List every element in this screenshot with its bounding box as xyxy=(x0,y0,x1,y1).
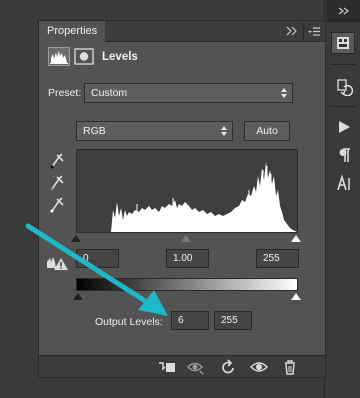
clip-to-layer-icon[interactable] xyxy=(157,358,177,376)
eye-icon[interactable] xyxy=(249,358,269,376)
actions-play-icon[interactable] xyxy=(332,116,356,138)
double-chevron-icon[interactable] xyxy=(326,0,360,22)
output-gradient-bar xyxy=(76,278,298,291)
panel-tab-bar: Properties xyxy=(39,21,325,42)
dock-header xyxy=(326,0,360,22)
output-black-field[interactable]: 6 xyxy=(171,311,209,330)
double-chevron-icon[interactable] xyxy=(285,26,299,36)
levels-histogram-icon[interactable] xyxy=(48,47,70,66)
panel-menu-icon[interactable] xyxy=(307,26,321,37)
channel-value: RGB xyxy=(83,125,106,137)
input-black-handle[interactable] xyxy=(70,233,82,242)
history-icon[interactable] xyxy=(332,76,356,98)
auto-button[interactable]: Auto xyxy=(244,121,290,141)
clipping-warning-icon[interactable] xyxy=(46,254,70,272)
input-white-handle[interactable] xyxy=(290,233,302,242)
preset-select[interactable]: Custom xyxy=(84,83,293,103)
histogram-graph xyxy=(77,162,297,232)
tab-properties[interactable]: Properties xyxy=(39,21,106,42)
output-black-handle[interactable] xyxy=(72,291,84,300)
updown-arrows-icon xyxy=(220,123,228,139)
histogram xyxy=(76,149,298,233)
panel-footer xyxy=(39,355,325,377)
tab-divider xyxy=(303,23,304,40)
preset-value: Custom xyxy=(91,87,128,99)
input-gamma-handle[interactable] xyxy=(180,233,192,242)
dock-divider xyxy=(330,64,356,65)
input-gamma-field[interactable]: 1.00 xyxy=(166,249,209,268)
properties-panel: Properties Levels Preset: Custom RGB Aut… xyxy=(38,20,326,378)
eyedropper-icon[interactable] xyxy=(49,151,65,169)
properties-icon[interactable] xyxy=(331,32,355,54)
updown-arrows-icon xyxy=(280,85,288,101)
layer-mask-icon[interactable] xyxy=(74,48,94,65)
eye-previous-icon[interactable] xyxy=(186,358,206,376)
dock-divider xyxy=(330,106,356,107)
reset-icon[interactable] xyxy=(219,358,239,376)
input-black-field[interactable]: 0 xyxy=(76,249,119,268)
trash-icon[interactable] xyxy=(280,358,300,376)
channel-select[interactable]: RGB xyxy=(76,121,233,141)
input-levels-slider[interactable] xyxy=(71,233,301,243)
output-levels-slider[interactable] xyxy=(73,291,301,301)
paragraph-icon[interactable] xyxy=(332,144,356,166)
eyedropper-icon[interactable] xyxy=(49,173,65,191)
character-icon[interactable] xyxy=(332,172,356,194)
preset-label: Preset: xyxy=(48,87,82,99)
eyedropper-icon[interactable] xyxy=(49,195,65,213)
panel-dock xyxy=(324,0,360,398)
input-white-field[interactable]: 255 xyxy=(256,249,299,268)
output-white-field[interactable]: 255 xyxy=(214,311,252,330)
output-levels-label: Output Levels: xyxy=(95,316,163,328)
adjustment-title: Levels xyxy=(102,51,138,63)
output-white-handle[interactable] xyxy=(290,291,302,300)
